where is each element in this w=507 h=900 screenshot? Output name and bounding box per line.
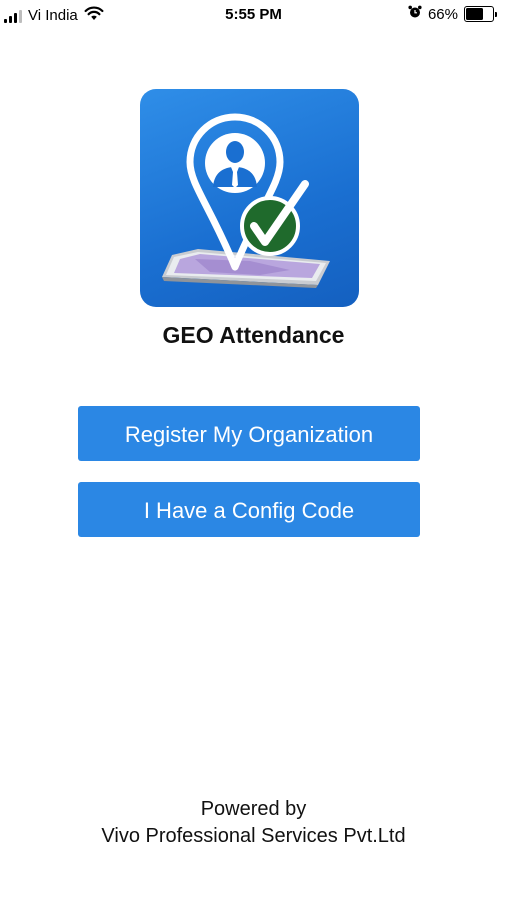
register-organization-button[interactable]: Register My Organization bbox=[78, 406, 420, 461]
battery-percent: 66% bbox=[427, 5, 458, 23]
company-name: Vivo Professional Services Pvt.Ltd bbox=[101, 825, 406, 847]
phone-icon bbox=[162, 249, 330, 288]
powered-by-label: Powered by bbox=[200, 798, 307, 820]
geo-attendance-logo bbox=[140, 89, 359, 307]
checkmark-badge-icon bbox=[240, 180, 309, 256]
config-code-button[interactable]: I Have a Config Code bbox=[78, 482, 420, 537]
welcome-screen: Vi India 5:55 PM 66% GEO Attendance Regi… bbox=[0, 0, 507, 900]
status-bar: Vi India 5:55 PM 66% bbox=[0, 0, 507, 30]
alarm-icon bbox=[408, 5, 422, 23]
battery-icon bbox=[464, 6, 497, 22]
footer: Powered by Vivo Professional Services Pv… bbox=[0, 796, 507, 850]
app-title: GEO Attendance bbox=[162, 322, 345, 348]
status-right: 66% bbox=[408, 5, 497, 23]
